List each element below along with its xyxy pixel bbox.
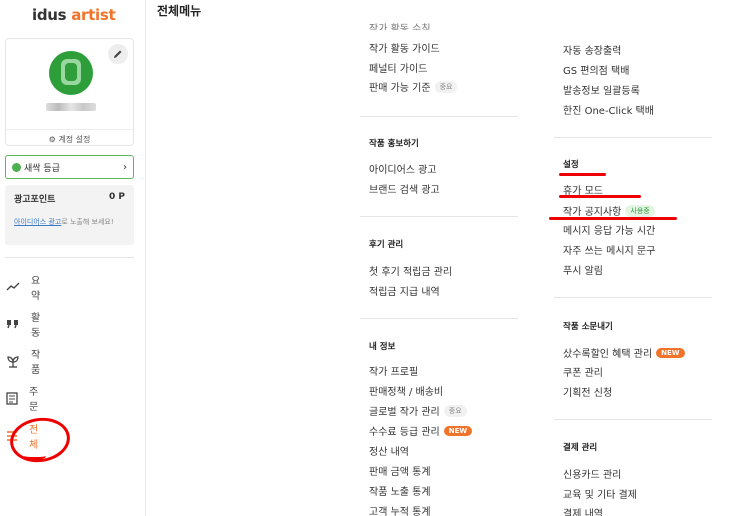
menu-first-review-points[interactable]: 첫 후기 적립금 관리	[369, 263, 452, 278]
menu-message-hours[interactable]: 메시지 응답 가능 시간	[563, 222, 655, 237]
menu-artist-notice[interactable]: 작가 공지사항 사용중	[563, 203, 655, 218]
ad-desc-text: 로 노출해 보세요!	[61, 218, 114, 226]
menu-bulk-discount[interactable]: 샀수록할인 혜택 관리 NEW	[563, 345, 685, 360]
divider	[360, 116, 518, 117]
new-badge: NEW	[656, 347, 685, 358]
nav-summary[interactable]: 요약	[6, 276, 42, 302]
menu-edu-payment[interactable]: 교육 및 기타 결제	[563, 486, 637, 501]
nav-summary-label: 요약	[31, 276, 41, 302]
idus-artist-logo[interactable]: idus artist	[32, 6, 116, 24]
menu-sales-stats[interactable]: 판매 금액 통계	[369, 463, 431, 478]
plant-icon	[6, 353, 20, 369]
red-annotation-tail	[24, 452, 46, 460]
page-title: 전체메뉴	[157, 4, 202, 18]
menu-gs-delivery[interactable]: GS 편의점 택배	[563, 62, 629, 77]
nav-orders-label: 주문	[29, 387, 39, 413]
section-title-promo2: 작품 소문내기	[563, 322, 613, 332]
nav-orders[interactable]: 주문	[6, 387, 42, 413]
section-title-payment: 결제 관리	[563, 443, 598, 453]
menu-settlement[interactable]: 정산 내역	[369, 443, 409, 458]
menu-idus-ad[interactable]: 아이디어스 광고	[369, 161, 437, 176]
divider	[554, 419, 712, 420]
menu-saved-messages[interactable]: 자주 쓰는 메시지 문구	[563, 242, 655, 257]
red-annotation-underline	[559, 173, 606, 176]
menu-sale-criteria[interactable]: 판매 가능 기준 중요	[369, 79, 458, 94]
divider	[360, 318, 518, 319]
divider	[554, 297, 712, 298]
menu-push-alerts[interactable]: 푸시 알림	[563, 262, 603, 277]
quote-icon	[6, 316, 20, 332]
menu-coupon[interactable]: 쿠폰 관리	[563, 364, 603, 379]
menu-penalty-guide[interactable]: 페널티 가이드	[369, 60, 427, 75]
idus-ad-link[interactable]: 아이디어스 광고	[14, 218, 61, 226]
ad-points-box: 광고포인트 0 P 아이디어스 광고로 노출해 보세요!	[5, 185, 134, 245]
section-title-promo: 작품 홍보하기	[369, 139, 419, 149]
menu-exhibition-apply[interactable]: 기획전 신청	[563, 384, 612, 399]
menu-activity-guide[interactable]: 작가 활동 가이드	[369, 40, 440, 55]
menu-global-artist[interactable]: 글로벌 작가 관리 중요	[369, 403, 467, 418]
grade-leaf-icon	[12, 162, 21, 172]
menu-fee-grade[interactable]: 수수료 등급 관리 NEW	[369, 423, 473, 438]
red-annotation-underline	[549, 217, 677, 220]
section-title-my-info: 내 정보	[369, 342, 396, 352]
chevron-right-icon: ›	[123, 161, 127, 173]
account-settings-label: 계정 설정	[58, 135, 91, 144]
menu-bulk-shipping[interactable]: 발송정보 일괄등록	[563, 82, 640, 97]
nav-activity[interactable]: 활동	[6, 313, 42, 339]
ad-points-label: 광고포인트	[14, 195, 56, 205]
receipt-icon	[6, 390, 18, 406]
avatar	[49, 51, 93, 95]
menu-activity-rules[interactable]: 작가 활동 수칙	[369, 20, 431, 30]
logo-suffix: artist	[71, 6, 116, 24]
menu-hanjin-delivery[interactable]: 한진 One-Click 택배	[563, 102, 654, 117]
ad-points-desc: 아이디어스 광고로 노출해 보세요!	[14, 217, 125, 227]
section-title-settings: 설정	[563, 160, 579, 170]
logo-prefix: idus	[32, 6, 67, 24]
pencil-icon	[114, 50, 122, 58]
section-title-review: 후기 관리	[369, 240, 404, 250]
important-badge: 중요	[434, 80, 458, 93]
important-badge: 중요	[443, 404, 467, 417]
menu-customer-stats[interactable]: 고객 누적 통계	[369, 503, 431, 516]
menu-payment-history[interactable]: 결제 내역	[563, 505, 603, 516]
profile-card: ⚙ 계정 설정	[5, 38, 134, 146]
trend-icon	[6, 279, 20, 295]
new-badge: NEW	[443, 425, 473, 436]
sidebar: idus artist ⚙ 계정 설정 새싹 등급 › 광고포인트 0 P 아이…	[0, 0, 146, 516]
sidebar-divider	[5, 257, 134, 258]
nav-works-label: 작품	[31, 350, 41, 376]
account-settings-link[interactable]: ⚙ 계정 설정	[6, 129, 133, 145]
gear-icon: ⚙	[48, 135, 56, 144]
divider	[554, 137, 712, 138]
menu-credit-card[interactable]: 신용카드 관리	[563, 466, 621, 481]
menu-artist-profile[interactable]: 작가 프로필	[369, 363, 418, 378]
in-use-badge: 사용중	[625, 204, 655, 217]
artist-name-blurred	[46, 103, 96, 111]
grade-button[interactable]: 새싹 등급 ›	[5, 155, 134, 179]
nav-works[interactable]: 작품	[6, 350, 42, 376]
red-annotation-underline	[559, 195, 641, 198]
ad-points-value: 0 P	[109, 192, 125, 202]
grade-label: 새싹 등급	[24, 163, 60, 174]
menu-sales-policy[interactable]: 판매정책 / 배송비	[369, 383, 443, 398]
menu-brand-search-ad[interactable]: 브랜드 검색 광고	[369, 181, 440, 196]
edit-profile-button[interactable]	[108, 44, 128, 64]
divider	[360, 216, 518, 217]
menu-exposure-stats[interactable]: 작품 노출 통계	[369, 483, 431, 498]
menu-auto-invoice[interactable]: 자동 송장출력	[563, 42, 621, 57]
nav-activity-label: 활동	[31, 313, 41, 339]
menu-points-history[interactable]: 적립금 지급 내역	[369, 283, 440, 298]
